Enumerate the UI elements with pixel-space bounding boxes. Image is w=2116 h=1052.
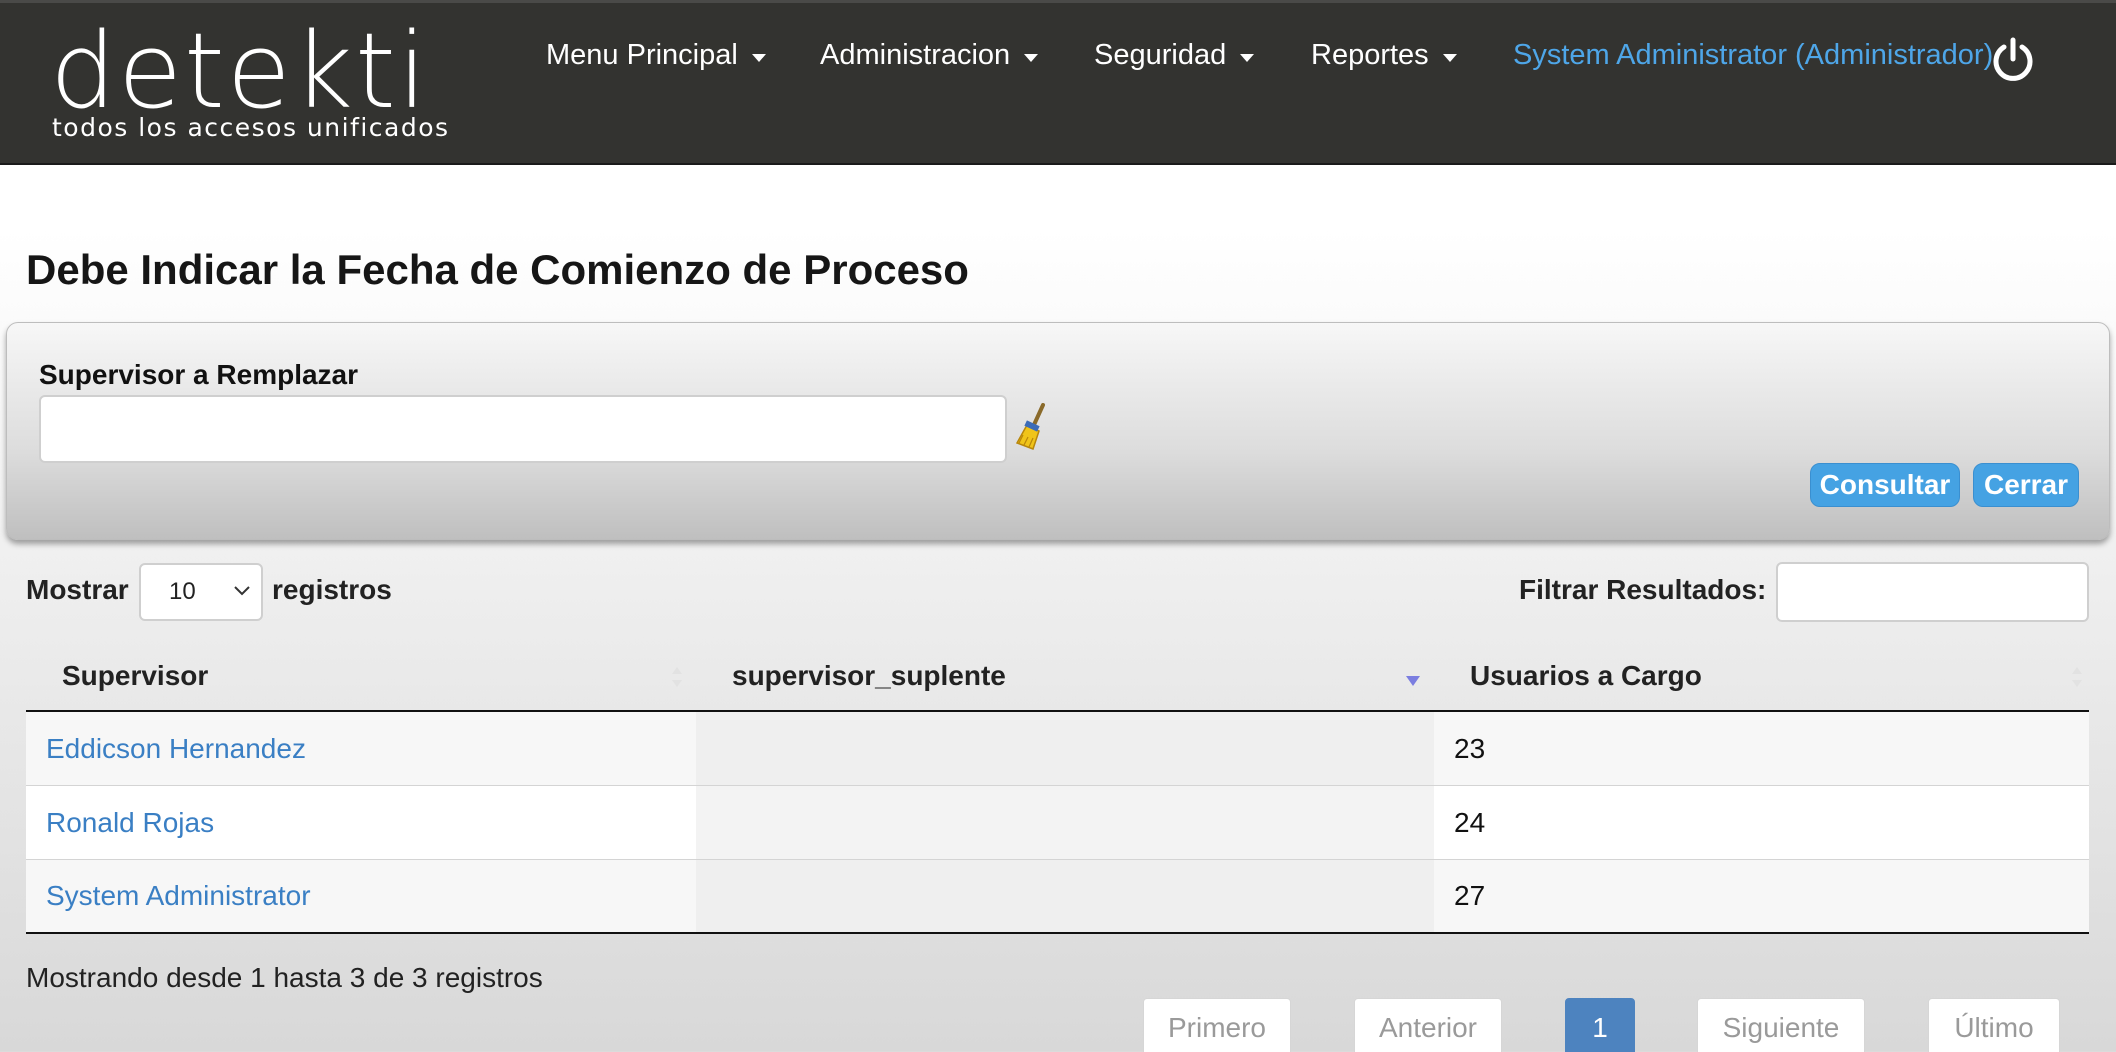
supervisor-input[interactable] [39,395,1007,463]
nav-administracion[interactable]: Administracion [820,39,1039,72]
sort-both-icon[interactable] [670,664,684,690]
supervisor-link[interactable]: System Administrator [46,880,311,912]
power-icon[interactable] [1990,37,2036,83]
nav-administracion-label: Administracion [820,39,1011,71]
cell-supervisor-suplente [696,712,1434,785]
filter-results-input[interactable] [1776,562,2089,622]
nav-user-link[interactable]: System Administrator (Administrador) [1513,39,1993,72]
cell-supervisor-suplente [696,860,1434,932]
brand-tagline: todos los accesos unificados [52,113,450,142]
chevron-down-icon [234,586,250,596]
nav-seguridad[interactable]: Seguridad [1094,39,1255,72]
sort-desc-icon[interactable] [1406,664,1420,690]
nav-menu-principal-label: Menu Principal [546,39,738,71]
page-length-select[interactable]: 10 [139,563,263,621]
brand-wordmark: detekti [50,10,429,132]
show-entries-prefix: Mostrar [26,574,129,605]
cell-supervisor: Eddicson Hernandez [26,712,696,785]
caret-down-icon [751,53,766,62]
table-header: Supervisor supervisor_suplente Usuarios … [26,640,2089,712]
column-header-supervisor-suplente[interactable]: supervisor_suplente [732,640,1006,712]
filter-results-label: Filtrar Resultados: [1519,574,1767,605]
nav-reportes[interactable]: Reportes [1311,39,1457,72]
nav-reportes-label: Reportes [1311,39,1429,71]
brand-logo[interactable]: detekti todos los accesos unificados [50,10,490,146]
sort-both-icon[interactable] [2070,664,2084,690]
caret-down-icon [1024,53,1039,62]
cell-usuarios-a-cargo: 23 [1434,712,2089,785]
filter-panel: Supervisor a Remplazar Consultar Cerrar [6,322,2110,540]
column-header-supervisor[interactable]: Supervisor [62,640,208,712]
nav-menu-principal[interactable]: Menu Principal [546,39,766,72]
nav-user-label: System Administrator (Administrador) [1513,39,1994,71]
top-navbar: detekti todos los accesos unificados Men… [0,0,2116,165]
pagination-next[interactable]: Siguiente [1697,998,1865,1052]
pagination-last[interactable]: Último [1928,998,2060,1052]
cerrar-button[interactable]: Cerrar [1973,463,2079,507]
show-entries-suffix: registros [272,574,392,605]
supervisor-link[interactable]: Ronald Rojas [46,807,214,839]
page-title: Debe Indicar la Fecha de Comienzo de Pro… [26,246,969,293]
caret-down-icon [1240,53,1255,62]
page-length-value: 10 [169,578,196,605]
column-header-usuarios-a-cargo[interactable]: Usuarios a Cargo [1470,640,1702,712]
cell-supervisor-suplente [696,786,1434,859]
nav-seguridad-label: Seguridad [1094,39,1227,71]
table-row: System Administrator 27 [26,860,2089,934]
table-info: Mostrando desde 1 hasta 3 de 3 registros [26,962,543,993]
cell-supervisor: Ronald Rojas [26,786,696,859]
consultar-button[interactable]: Consultar [1810,463,1960,507]
pagination-page-1[interactable]: 1 [1565,998,1635,1052]
pagination-first[interactable]: Primero [1143,998,1291,1052]
cell-usuarios-a-cargo: 24 [1434,786,2089,859]
pagination-previous[interactable]: Anterior [1354,998,1502,1052]
broom-icon[interactable] [1013,403,1053,453]
supervisor-field-label: Supervisor a Remplazar [39,359,359,390]
cell-usuarios-a-cargo: 27 [1434,860,2089,932]
caret-down-icon [1442,53,1457,62]
table-row: Ronald Rojas 24 [26,786,2089,860]
table-row: Eddicson Hernandez 23 [26,712,2089,786]
supervisors-table: Supervisor supervisor_suplente Usuarios … [26,640,2089,934]
supervisor-link[interactable]: Eddicson Hernandez [46,733,306,765]
cell-supervisor: System Administrator [26,860,696,932]
